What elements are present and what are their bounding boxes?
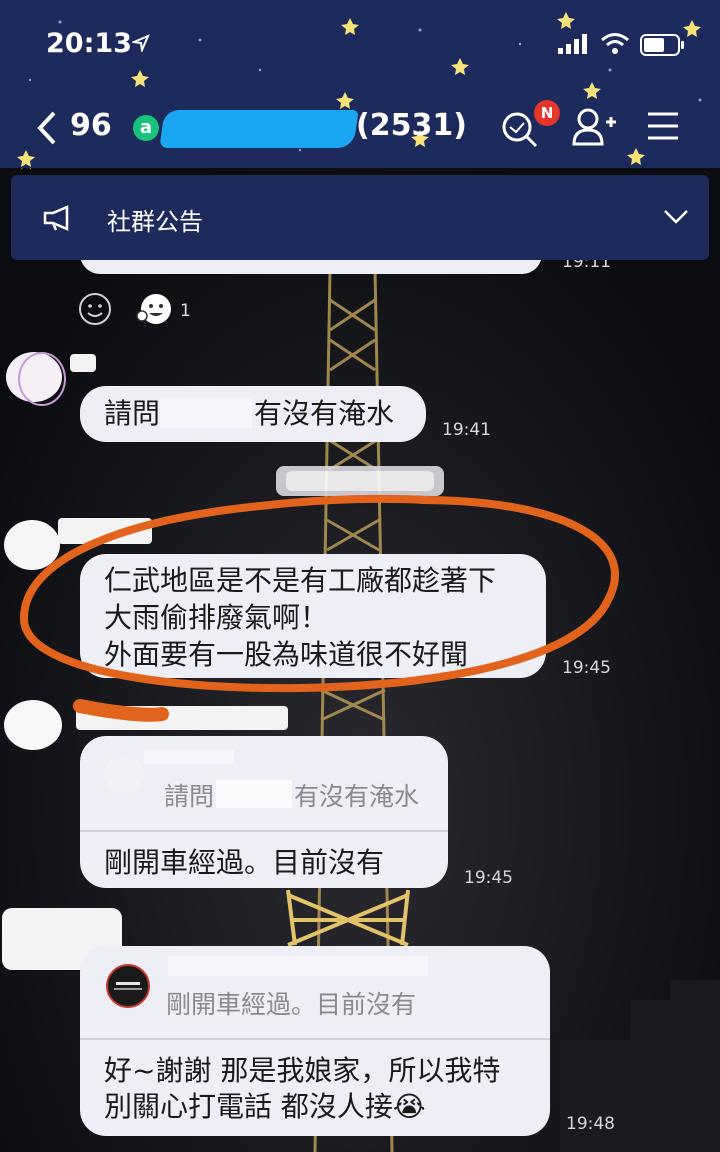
back-chevron-icon[interactable] (34, 110, 60, 146)
quoted-name-redacted (168, 956, 428, 976)
quoted-avatar-logo (106, 964, 150, 1008)
message-time: 19:45 (562, 658, 611, 678)
date-separator-redacted (286, 471, 434, 491)
openchat-icon: a (133, 115, 159, 141)
reaction-count: 1 (180, 301, 191, 321)
reaction-sticker-icon[interactable] (136, 292, 174, 326)
message-time: 19:45 (464, 868, 513, 888)
battery-icon (640, 34, 684, 56)
date-separator (276, 466, 444, 496)
message-bubble[interactable]: 請問 有沒有淹水 (80, 386, 426, 442)
message-line-1: 仁武地區是不是有工廠都趁著下 (104, 564, 497, 597)
chat-nav-bar: 96 a (2531) N (0, 100, 720, 156)
text-redaction (160, 398, 252, 428)
message-line-2: 大雨偷排廢氣啊！ (104, 601, 329, 634)
sender-avatar[interactable] (4, 520, 60, 570)
wifi-icon (601, 33, 629, 54)
quoted-text: 剛開車經過。目前沒有 (166, 990, 417, 1019)
quoted-avatar-redacted (104, 756, 144, 792)
group-name-redacted[interactable] (159, 110, 359, 148)
megaphone-icon (43, 205, 69, 231)
menu-icon[interactable] (646, 110, 680, 142)
add-reaction-smile-icon[interactable] (78, 292, 112, 326)
notification-badge: N (534, 100, 560, 126)
quoted-name-redacted (144, 750, 234, 764)
reply-message-bubble[interactable]: 剛開車經過。目前沒有 好~謝謝 那是我娘家，所以我特 別關心打電話 都沒人接😭 (80, 946, 550, 1136)
chevron-down-icon[interactable] (663, 209, 689, 225)
quoted-text: 有沒有淹水 (294, 782, 420, 811)
reply-message-bubble[interactable]: 請問 有沒有淹水 剛開車經過。目前沒有 (80, 736, 448, 888)
unread-count[interactable]: 96 (70, 108, 112, 143)
quote-divider (80, 830, 448, 832)
announcement-label: 社群公告 (107, 208, 203, 236)
quoted-text: 請問 (164, 782, 215, 811)
quote-divider (80, 1038, 550, 1040)
location-arrow-icon (132, 34, 150, 52)
quoted-text-redaction (216, 780, 292, 808)
message-time: 19:41 (442, 420, 491, 440)
sender-avatar[interactable] (4, 700, 62, 750)
message-line-3: 外面要有一股為味道很不好聞 (104, 638, 469, 671)
message-text: 剛開車經過。目前沒有 (104, 846, 385, 879)
member-count[interactable]: (2531) (356, 108, 467, 143)
community-announcement-bar[interactable]: 社群公告 (11, 175, 709, 260)
message-time: 19:48 (566, 1114, 615, 1134)
sender-name-redacted (58, 518, 152, 544)
message-text: 有沒有淹水 (254, 397, 395, 430)
message-line-1: 好~謝謝 那是我娘家，所以我特 (104, 1054, 501, 1087)
add-member-icon[interactable] (572, 106, 618, 146)
sender-name-redacted (70, 354, 96, 372)
message-line-2: 別關心打電話 都沒人接😭 (104, 1090, 426, 1123)
clock: 20:13 (46, 28, 132, 59)
chat-header: 20:13 96 a (2531) N (0, 0, 720, 168)
status-bar: 20:13 (0, 22, 720, 66)
message-text: 請問 (104, 397, 161, 430)
sender-name-redacted (76, 706, 288, 730)
avatar-ring (18, 352, 66, 406)
message-bubble[interactable]: 仁武地區是不是有工廠都趁著下 大雨偷排廢氣啊！ 外面要有一股為味道很不好聞 (80, 554, 546, 678)
cellular-signal-icon (558, 34, 587, 54)
